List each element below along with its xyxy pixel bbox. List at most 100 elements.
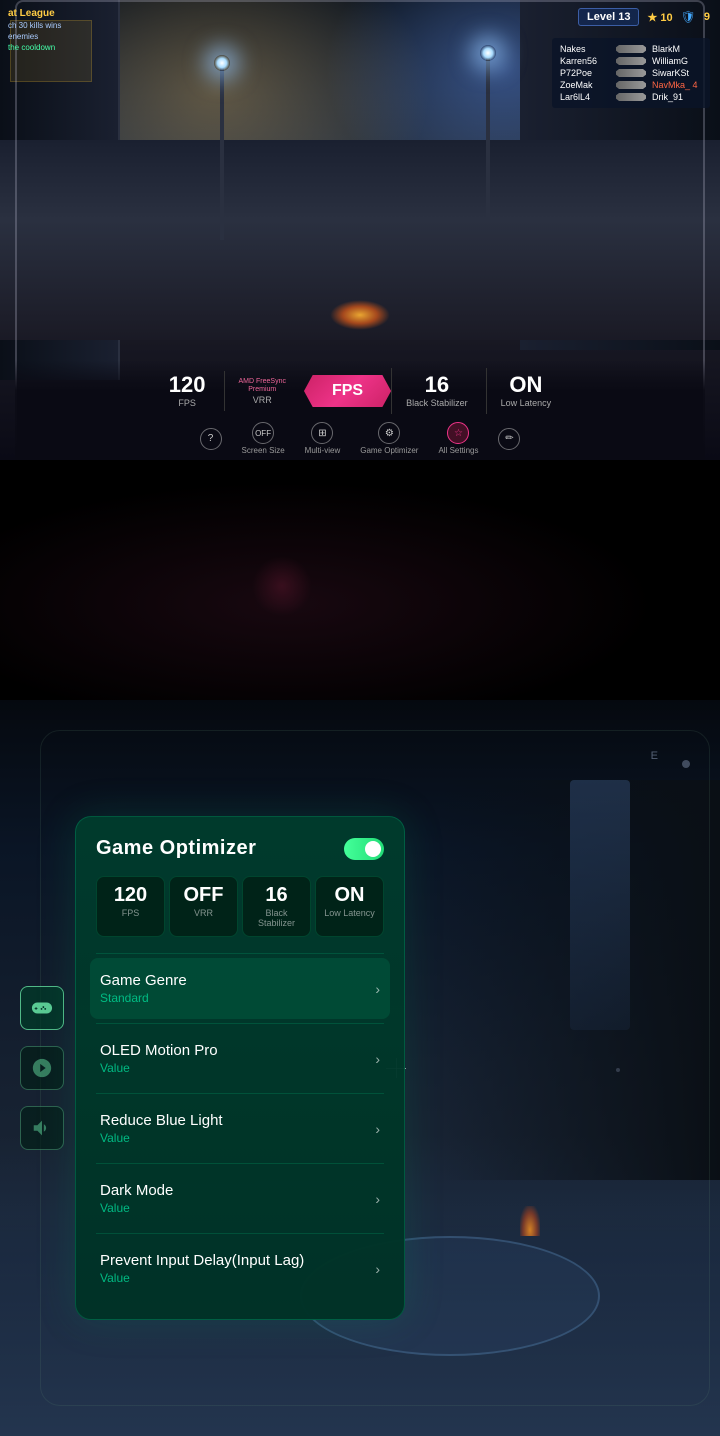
divider-1 [96, 1023, 384, 1024]
stat-fps-value: 120 [169, 374, 206, 396]
hud-top-bar: Level 13 ★ 10 🛡 9 [578, 8, 710, 26]
all-settings-icon[interactable]: ☆ [447, 422, 469, 444]
menu-item-reduce-blue-light-text: Reduce Blue Light Value [100, 1112, 375, 1145]
menu-item-game-genre-label: Game Genre [100, 972, 375, 989]
mini-stat-black-value: 16 [249, 885, 304, 905]
menu-arrow-1: › [375, 1051, 380, 1067]
score-name-2: Karren56 [560, 56, 610, 66]
mini-stats: 120 FPS OFF VRR 16 Black Stabilizer ON L… [96, 876, 384, 937]
stat-fps: 120 FPS [151, 368, 224, 414]
middle-dark-section [0, 460, 720, 700]
menu-all-settings[interactable]: ☆ All Settings [438, 422, 478, 455]
divider-4 [96, 1233, 384, 1234]
menu-multi-view[interactable]: ⊞ Multi-view [305, 422, 341, 455]
stat-vrr: AMD FreeSync Premium VRR [224, 371, 304, 411]
score-weapon-3 [616, 69, 646, 77]
menu-all-settings-label: All Settings [438, 446, 478, 455]
menu-item-dark-mode-value: Value [100, 1201, 375, 1215]
mini-stat-latency-label: Low Latency [322, 908, 377, 918]
level-badge: Level 13 [578, 8, 639, 26]
top-game-section: at League ch 30 kills wins enemies the c… [0, 0, 720, 460]
menu-item-oled-motion-value: Value [100, 1061, 375, 1075]
waterfall [570, 780, 630, 1030]
menu-item-oled-motion[interactable]: OLED Motion Pro Value › [96, 1028, 384, 1089]
menu-game-optimizer[interactable]: ⚙ Game Optimizer [360, 422, 418, 455]
stat-black-label: Black Stabilizer [406, 398, 468, 408]
menu-bar: ? OFF Screen Size ⊞ Multi-view ⚙ Game Op… [200, 422, 521, 455]
score-enemy-5: Drik_91 [652, 92, 702, 102]
menu-help[interactable]: ? [200, 428, 222, 450]
stats-bar: 120 FPS AMD FreeSync Premium VRR FPS 16 … [151, 368, 569, 414]
score-weapon-2 [616, 57, 646, 65]
gamepad-icon [31, 997, 53, 1019]
divider-2 [96, 1093, 384, 1094]
menu-game-optimizer-label: Game Optimizer [360, 446, 418, 455]
stat-latency-value: ON [509, 374, 542, 396]
menu-item-game-genre[interactable]: Game Genre Standard › [90, 958, 390, 1019]
score-enemy-3: SiwarKSt [652, 68, 702, 78]
game-optimizer-icon[interactable]: ⚙ [378, 422, 400, 444]
display-icon [31, 1057, 53, 1079]
mini-stat-fps-value: 120 [103, 885, 158, 905]
sidebar-icon-display[interactable] [20, 1046, 64, 1090]
menu-item-dark-mode[interactable]: Dark Mode Value › [96, 1168, 384, 1229]
left-sidebar [20, 986, 64, 1150]
stat-latency-label: Low Latency [501, 398, 552, 408]
menu-arrow-2: › [375, 1121, 380, 1137]
toggle-switch[interactable] [344, 838, 384, 860]
kill-feed: at League ch 30 kills wins enemies the c… [8, 8, 61, 52]
scoreboard: Nakes BlarkM Karren56 WilliamG P72Poe Si… [552, 38, 710, 108]
mini-stat-latency: ON Low Latency [315, 876, 384, 937]
mini-stat-vrr-value: OFF [176, 885, 231, 905]
stat-fps-label: FPS [178, 398, 196, 408]
score-name-1: Nakes [560, 44, 610, 54]
menu-item-game-genre-value: Standard [100, 991, 375, 1005]
mini-stat-fps: 120 FPS [96, 876, 165, 937]
menu-item-dark-mode-text: Dark Mode Value [100, 1182, 375, 1215]
help-icon[interactable]: ? [200, 428, 222, 450]
stat-vrr-brand2: Premium [248, 386, 276, 393]
stat-mode-value: FPS [332, 383, 363, 399]
screen-size-icon[interactable]: OFF [252, 422, 274, 444]
menu-item-dark-mode-label: Dark Mode [100, 1182, 375, 1199]
stat-mode-active: FPS [304, 375, 391, 407]
score-name-3: P72Poe [560, 68, 610, 78]
menu-item-reduce-blue-light-value: Value [100, 1131, 375, 1145]
bottom-game-section: E Game Optimizer 120 [0, 700, 720, 1436]
multi-view-icon[interactable]: ⊞ [311, 422, 333, 444]
sidebar-icon-gamepad[interactable] [20, 986, 64, 1030]
score-enemy-4: NavMka_ 4 [652, 80, 702, 90]
score-name-4: ZoeMak [560, 80, 610, 90]
divider-3 [96, 1163, 384, 1164]
score-row-3: P72Poe SiwarKSt [560, 68, 702, 78]
menu-edit[interactable]: ✏ [498, 428, 520, 450]
panel-header: Game Optimizer [96, 837, 384, 860]
scene-dot-2 [616, 1068, 620, 1072]
score-weapon-4 [616, 81, 646, 89]
menu-item-reduce-blue-light[interactable]: Reduce Blue Light Value › [96, 1098, 384, 1159]
hud-bottom-bar: 120 FPS AMD FreeSync Premium VRR FPS 16 … [15, 360, 705, 460]
mini-stat-latency-value: ON [322, 885, 377, 905]
menu-item-input-delay-label: Prevent Input Delay(Input Lag) [100, 1252, 375, 1269]
score-enemy-2: WilliamG [652, 56, 702, 66]
stat-vrr-brand: AMD FreeSync [239, 378, 286, 385]
score-row-5: Lar6lL4 Drik_91 [560, 92, 702, 102]
hud-shield-icon: 🛡 [681, 10, 696, 24]
menu-arrow-4: › [375, 1261, 380, 1277]
menu-arrow-3: › [375, 1191, 380, 1207]
menu-item-game-genre-text: Game Genre Standard [100, 972, 375, 1005]
middle-glow [252, 556, 312, 616]
muzzle-flash [330, 300, 390, 330]
menu-screen-size[interactable]: OFF Screen Size [242, 422, 285, 455]
menu-arrow-0: › [375, 981, 380, 997]
score-weapon-1 [616, 45, 646, 53]
optimizer-panel: Game Optimizer 120 FPS OFF VRR 16 Black … [75, 816, 405, 1320]
edit-icon[interactable]: ✏ [498, 428, 520, 450]
mini-stat-vrr: OFF VRR [169, 876, 238, 937]
menu-item-input-delay[interactable]: Prevent Input Delay(Input Lag) Value › [96, 1238, 384, 1299]
divider-0 [96, 953, 384, 954]
score-row-4: ZoeMak NavMka_ 4 [560, 80, 702, 90]
stat-black-value: 16 [425, 374, 449, 396]
menu-item-reduce-blue-light-label: Reduce Blue Light [100, 1112, 375, 1129]
sidebar-icon-audio[interactable] [20, 1106, 64, 1150]
